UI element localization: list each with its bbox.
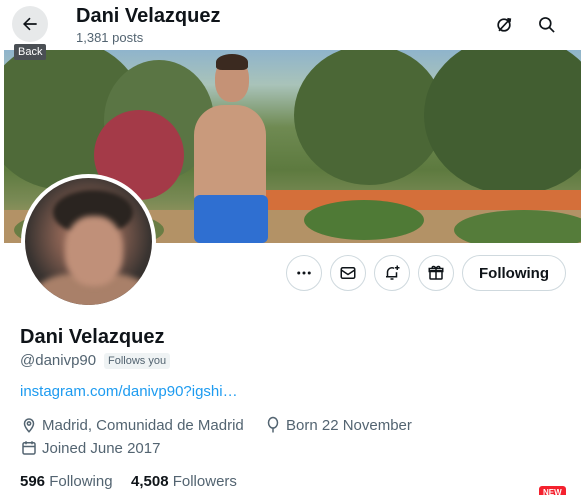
profile-handle: @danivp90 bbox=[20, 352, 97, 369]
more-icon bbox=[297, 271, 311, 275]
profile-header: Dani Velazquez 1,381 posts bbox=[0, 0, 585, 50]
avatar[interactable] bbox=[21, 174, 156, 309]
followers-label: Followers bbox=[172, 473, 237, 490]
feed-toggle-icon bbox=[497, 17, 512, 32]
location-text: Madrid, Comunidad de Madrid bbox=[42, 416, 244, 434]
profile-joined: Joined June 2017 bbox=[20, 439, 160, 457]
new-badge: NEW bbox=[539, 486, 566, 495]
joined-text: Joined June 2017 bbox=[42, 439, 161, 457]
post-count: 1,381 posts bbox=[76, 30, 144, 45]
profile-name: Dani Velazquez bbox=[20, 326, 165, 348]
gift-button[interactable] bbox=[418, 255, 454, 291]
followers-count: 4,508 bbox=[131, 473, 169, 490]
notifications-button[interactable] bbox=[374, 255, 410, 291]
search-button[interactable] bbox=[531, 9, 563, 41]
gift-icon bbox=[428, 265, 444, 280]
notification-add-icon bbox=[386, 265, 400, 280]
calendar-icon bbox=[22, 441, 36, 455]
profile-location: Madrid, Comunidad de Madrid bbox=[20, 416, 244, 434]
following-count: 596 bbox=[20, 473, 46, 490]
profile-birthday: Born 22 November bbox=[264, 416, 412, 434]
back-tooltip: Back bbox=[14, 44, 47, 60]
following-label: Following bbox=[49, 473, 113, 490]
follows-you-badge: Follows you bbox=[104, 353, 171, 369]
mail-icon bbox=[340, 267, 356, 279]
search-icon bbox=[539, 17, 555, 33]
more-button[interactable] bbox=[286, 255, 322, 291]
back-button[interactable] bbox=[12, 6, 48, 42]
followers-count-link[interactable]: 4,508 Followers bbox=[131, 473, 237, 490]
feed-toggle-button[interactable] bbox=[488, 9, 520, 41]
location-icon bbox=[23, 418, 35, 433]
following-count-link[interactable]: 596 Following bbox=[20, 473, 113, 490]
following-button[interactable]: Following bbox=[462, 255, 566, 291]
birthday-text: Born 22 November bbox=[286, 416, 412, 434]
back-arrow-icon bbox=[23, 17, 37, 31]
header-title: Dani Velazquez bbox=[76, 5, 221, 27]
message-button[interactable] bbox=[330, 255, 366, 291]
profile-website-link[interactable]: instagram.com/danivp90?igshi… bbox=[20, 383, 238, 400]
balloon-icon bbox=[267, 416, 279, 433]
